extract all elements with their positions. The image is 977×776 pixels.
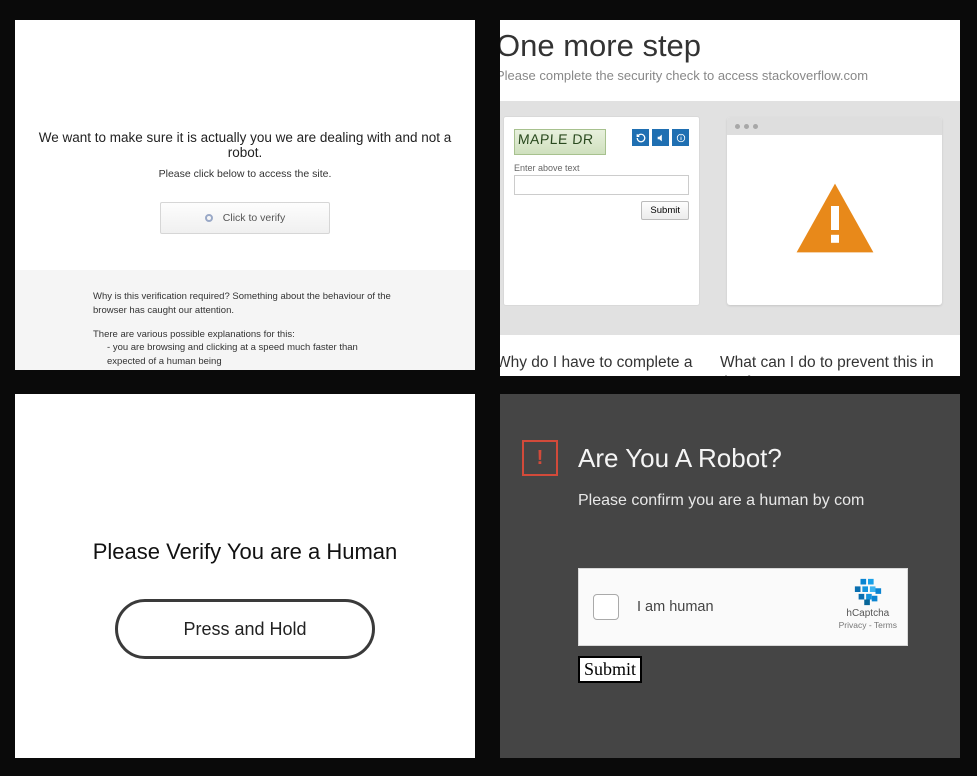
hcaptcha-widget: I am human hCaptcha Privacy - Terms — [578, 568, 908, 646]
panel-a-top: We want to make sure it is actually you … — [15, 20, 475, 270]
alert-icon: ! — [522, 440, 558, 476]
cloudflare-panel: One more step Please complete the securi… — [500, 20, 960, 376]
verify-button-label: Click to verify — [223, 212, 285, 224]
explain-reasons: you are browsing and clicking at a speed… — [93, 341, 397, 370]
hcaptcha-panel: ! Are You A Robot? Please confirm you ar… — [500, 394, 960, 758]
captcha-row: MAPLE DR — [514, 129, 689, 155]
panel-b-questions: Why do I have to complete a CAPTCHA? Wha… — [500, 353, 960, 376]
press-and-hold-button[interactable]: Press and Hold — [115, 599, 375, 659]
press-hold-panel: Please Verify You are a Human Press and … — [15, 394, 475, 758]
captcha-submit-button[interactable]: Submit — [641, 201, 689, 220]
window-dot — [735, 124, 740, 129]
browser-body — [727, 135, 942, 305]
captcha-image: MAPLE DR — [514, 129, 606, 155]
captcha-controls — [632, 129, 689, 146]
explain-intro: There are various possible explanations … — [93, 328, 397, 342]
captcha-image-text: MAPLE DR — [517, 131, 594, 147]
hold-button-label: Press and Hold — [183, 619, 306, 640]
question-why-captcha: Why do I have to complete a CAPTCHA? — [500, 353, 696, 376]
hcaptcha-privacy-terms[interactable]: Privacy - Terms — [839, 620, 897, 630]
spinner-icon — [205, 214, 213, 222]
verify-panel-click: We want to make sure it is actually you … — [15, 20, 475, 370]
panel-c-heading: Please Verify You are a Human — [93, 539, 398, 565]
panel-b-band: MAPLE DR Enter above text Submit — [500, 101, 960, 335]
hcaptcha-brand: hCaptcha Privacy - Terms — [839, 577, 897, 630]
panel-b-subtitle: Please complete the security check to ac… — [500, 68, 960, 83]
panel-d-sub: Please confirm you are a human by com — [578, 492, 960, 510]
info-icon[interactable] — [672, 129, 689, 146]
explain-lead: Why is this verification required? Somet… — [93, 290, 397, 318]
click-to-verify-button[interactable]: Click to verify — [160, 202, 330, 234]
hcaptcha-brand-name: hCaptcha — [846, 608, 889, 619]
hcaptcha-label: I am human — [637, 599, 714, 615]
browser-mock — [727, 117, 942, 305]
panel-c-faint — [243, 436, 246, 447]
panel-a-headline: We want to make sure it is actually you … — [25, 130, 465, 160]
panel-d-top: ! Are You A Robot? — [522, 440, 960, 476]
panel-d-submit-button[interactable]: Submit — [578, 656, 642, 683]
warning-icon — [795, 182, 875, 259]
panel-b-hero: One more step Please complete the securi… — [500, 20, 960, 83]
refresh-icon[interactable] — [632, 129, 649, 146]
reason-item: something is preventing Javascript from … — [107, 369, 397, 370]
audio-icon[interactable] — [652, 129, 669, 146]
window-dot — [744, 124, 749, 129]
panel-a-sub: Please click below to access the site. — [25, 168, 465, 180]
hcaptcha-checkbox[interactable] — [593, 594, 619, 620]
window-dot — [753, 124, 758, 129]
panel-b-title: One more step — [500, 28, 960, 64]
captcha-card: MAPLE DR Enter above text Submit — [504, 117, 699, 305]
reason-item: you are browsing and clicking at a speed… — [107, 341, 397, 369]
captcha-input-label: Enter above text — [514, 163, 689, 173]
panel-d-heading: Are You A Robot? — [578, 443, 782, 474]
browser-titlebar — [727, 117, 942, 135]
captcha-input[interactable] — [514, 175, 689, 195]
hcaptcha-logo-icon — [853, 577, 883, 607]
panel-a-explain: Why is this verification required? Somet… — [15, 270, 475, 370]
question-prevent: What can I do to prevent this in the fut… — [720, 353, 940, 376]
